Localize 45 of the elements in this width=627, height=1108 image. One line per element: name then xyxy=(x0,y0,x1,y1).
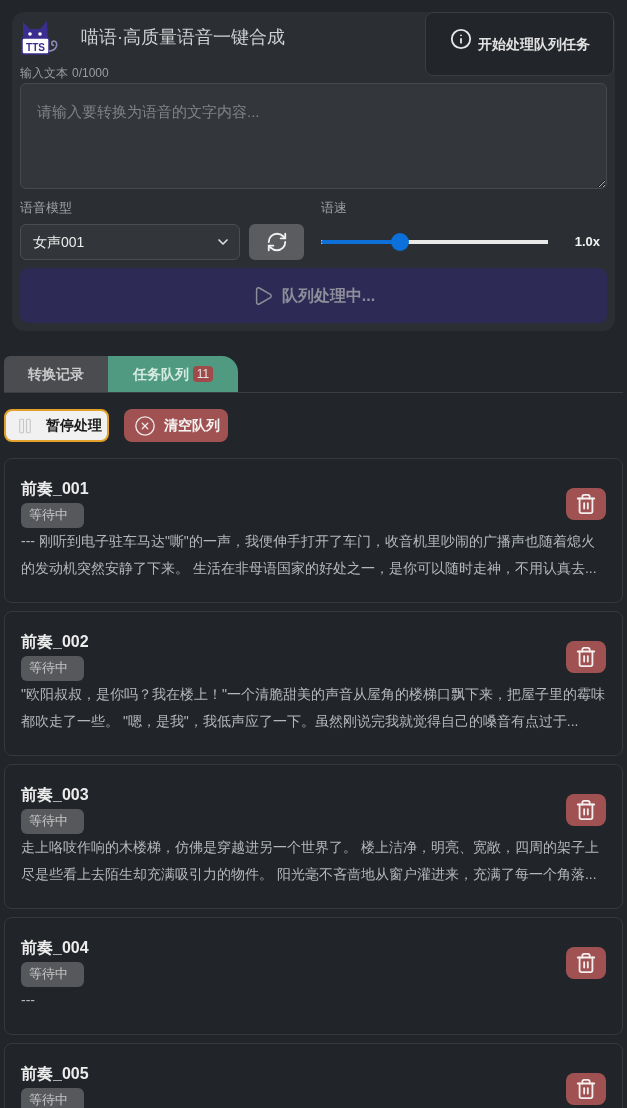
task-title: 前奏_005 xyxy=(21,1064,89,1084)
delete-button[interactable] xyxy=(566,946,606,979)
input-label: 输入文本 xyxy=(20,65,68,81)
delete-button[interactable] xyxy=(566,640,606,673)
close-circle-icon xyxy=(134,414,156,437)
task-title: 前奏_003 xyxy=(21,785,89,805)
status-badge: 等待中 xyxy=(21,809,84,834)
task-text: --- xyxy=(21,991,36,1010)
task-text: 走上咯吱作响的木楼梯，仿佛是穿越进另一个世界了。 楼上洁净，明亮、宽敞，四周的架子上尽是些看上去陌生却充满吸引力的物件。 阳光毫不吝啬地从窗户灌进来，充满了每一个角落... xyxy=(21,838,600,884)
delete-button[interactable] xyxy=(566,1072,606,1105)
voice-model-select[interactable]: 女声001 xyxy=(20,224,240,260)
voice-model-label: 语音模型 xyxy=(20,199,73,217)
trash-icon xyxy=(575,492,597,515)
app-title: 喵语·高质量语音一键合成 xyxy=(81,26,285,49)
delete-button[interactable] xyxy=(566,793,606,826)
pause-button[interactable]: 暂停处理 xyxy=(4,409,109,442)
task-title: 前奏_001 xyxy=(21,479,89,499)
status-badge: 等待中 xyxy=(21,1088,84,1108)
char-count: 0/1000 xyxy=(72,65,109,81)
cat-logo xyxy=(21,21,58,55)
refresh-icon xyxy=(265,231,288,253)
trash-icon xyxy=(575,951,597,974)
refresh-button[interactable] xyxy=(249,224,304,260)
status-badge: 等待中 xyxy=(21,656,84,681)
status-badge: 等待中 xyxy=(21,962,84,987)
delete-button[interactable] xyxy=(566,487,606,520)
status-badge: 等待中 xyxy=(21,503,84,528)
task-title: 前奏_002 xyxy=(21,632,89,652)
tab[interactable]: 转换记录 xyxy=(4,356,108,392)
tab[interactable]: 任务队列 11 xyxy=(108,356,238,392)
trash-icon xyxy=(575,645,597,668)
info-icon xyxy=(449,28,472,50)
tooltip-text: 开始处理队列任务 xyxy=(477,34,590,54)
logo-text: TTS xyxy=(26,41,45,53)
clear-queue-button[interactable]: 清空队列 xyxy=(124,409,228,442)
slider-thumb[interactable] xyxy=(391,233,410,251)
speed-label: 语速 xyxy=(321,199,348,217)
speed-value: 1.0x xyxy=(574,233,600,252)
task-title: 前奏_004 xyxy=(21,938,89,958)
task-text: "欧阳叔叔，是你吗？我在楼上！"一个清脆甜美的声音从屋角的楼梯口飘下来，把屋子里的霉味都吹走了一些。 "嗯，是我"，我低声应了一下。虽然刚说完我就觉得自己的嗓音有点过于... xyxy=(21,685,606,731)
count-badge: 11 xyxy=(192,366,214,382)
trash-icon xyxy=(575,798,597,821)
text-input-field[interactable]: 请输入要转换为语音的文字内容... xyxy=(20,83,607,189)
trash-icon xyxy=(575,1077,597,1100)
task-text: --- 刚听到电子驻车马达"嘶"的一声，我便伸手打开了车门，收音机里吵闹的广播声也随着熄火的发动机突然安静了下来。 生活在非母语国家的好处之一，是你可以随时走神，不用认真去... xyxy=(21,532,598,578)
